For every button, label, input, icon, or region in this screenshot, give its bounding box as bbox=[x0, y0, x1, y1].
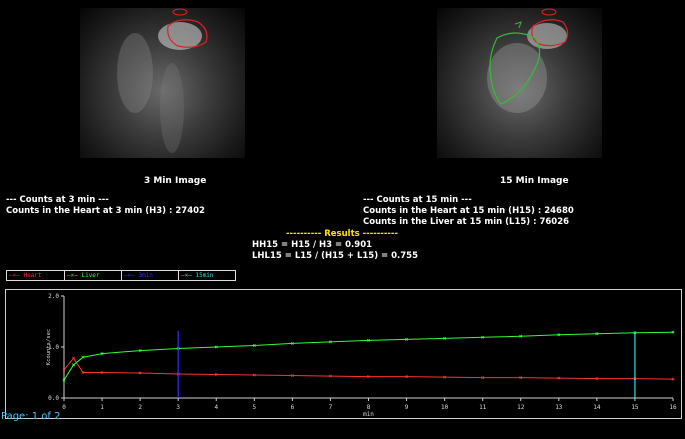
lhl15-result: LHL15 = L15 / (H15 + L15) = 0.755 bbox=[252, 251, 419, 261]
counts-15min-header: --- Counts at 15 min --- bbox=[363, 195, 472, 205]
legend-liver: —×— Liver bbox=[67, 271, 121, 280]
x-tick-label: 3 bbox=[176, 404, 180, 411]
results-title: ---------- Results ---------- bbox=[286, 229, 398, 239]
time-activity-chart: 0 1 2 3 4 5 6 7 8 9 10 11 12 13 14 15 16 0.0 1.0 2.0 min Kcou… bbox=[5, 289, 682, 419]
legend-15min: —×— 15min bbox=[181, 271, 235, 280]
results-panel: ---------- Results ---------- HH15 = H15… bbox=[252, 229, 418, 262]
heart-roi-3min bbox=[117, 8, 208, 153]
x-tick-label: 13 bbox=[555, 404, 563, 411]
x-tick-label: 12 bbox=[517, 404, 525, 411]
scan-image-15min bbox=[437, 8, 602, 158]
x-tick-label: 14 bbox=[593, 404, 601, 411]
legend-3min-label: 3min bbox=[138, 272, 153, 279]
chart-plot: 0 1 2 3 4 5 6 7 8 9 10 11 12 13 14 15 160.01.02.0minKcou… bbox=[46, 293, 677, 418]
page-indicator: Page: 1 of 2 bbox=[1, 411, 61, 422]
counts-15min-liver: Counts in the Liver at 15 min (L15) : 76… bbox=[363, 217, 570, 227]
scan-image-3min bbox=[80, 8, 245, 158]
x-tick-label: 8 bbox=[367, 404, 371, 411]
x-tick-label: 6 bbox=[291, 404, 295, 411]
liver-marker-icon: —×— bbox=[67, 272, 78, 279]
right-image-caption: 15 Min Image bbox=[500, 176, 569, 186]
y-axis-label: Kcounts/sec bbox=[46, 329, 52, 365]
x-tick-label: 2 bbox=[138, 404, 142, 411]
15min-marker-icon: —×— bbox=[181, 272, 192, 279]
counts-15min-panel: --- Counts at 15 min --- Counts in the H… bbox=[363, 195, 574, 228]
x-tick-label: 1 bbox=[100, 404, 104, 411]
counts-3min-heart: Counts in the Heart at 3 min (H3) : 2740… bbox=[6, 206, 205, 216]
x-tick-label: 10 bbox=[441, 404, 449, 411]
x-tick-label: 16 bbox=[669, 404, 677, 411]
x-tick-label: 15 bbox=[631, 404, 639, 411]
legend-liver-label: Liver bbox=[81, 272, 100, 279]
y-tick-label: 2.0 bbox=[48, 293, 59, 300]
x-tick-label: 7 bbox=[329, 404, 333, 411]
x-tick-label: 0 bbox=[62, 404, 66, 411]
counts-3min-panel: --- Counts at 3 min --- Counts in the He… bbox=[6, 195, 205, 217]
x-tick-label: 9 bbox=[405, 404, 409, 411]
hh15-result: HH15 = H15 / H3 = 0.901 bbox=[252, 240, 373, 250]
x-tick-label: 5 bbox=[253, 404, 257, 411]
counts-3min-header: --- Counts at 3 min --- bbox=[6, 195, 109, 205]
left-image-caption: 3 Min Image bbox=[144, 176, 207, 186]
legend-heart: —×— Heart bbox=[9, 271, 63, 280]
legend-15min-label: 15min bbox=[195, 272, 214, 279]
y-tick-label: 0.0 bbox=[48, 395, 59, 402]
series-line-heart bbox=[63, 357, 674, 380]
legend-heart-label: Heart bbox=[23, 272, 42, 279]
counts-15min-heart: Counts in the Heart at 15 min (H15) : 24… bbox=[363, 206, 574, 216]
heart-marker-icon: —×— bbox=[9, 272, 20, 279]
x-tick-label: 4 bbox=[214, 404, 218, 411]
x-axis-label: min bbox=[363, 411, 374, 418]
x-tick-label: 11 bbox=[479, 404, 487, 411]
heart-liver-roi-15min bbox=[487, 8, 569, 113]
chart-legend: —×— Heart —×— Liver —×— 3min —×— 15min bbox=[6, 270, 236, 281]
3min-marker-icon: —×— bbox=[124, 272, 135, 279]
legend-3min: —×— 3min bbox=[124, 271, 178, 280]
